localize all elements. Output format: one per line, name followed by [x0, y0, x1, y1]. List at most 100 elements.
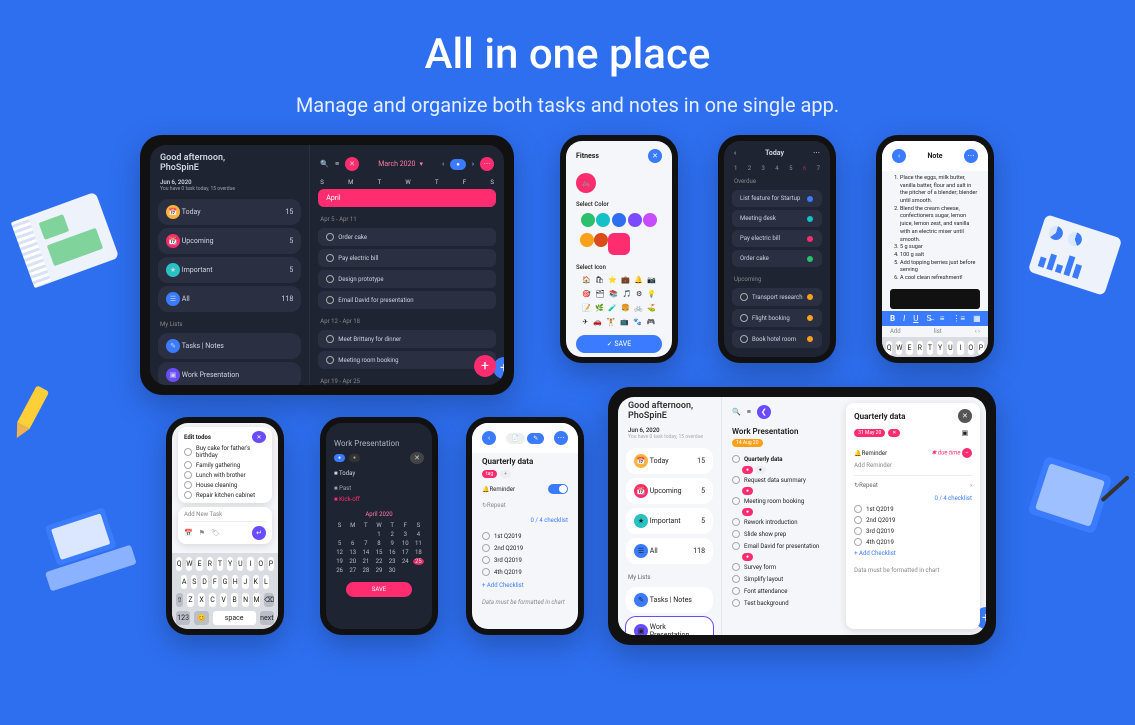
date-pill[interactable]: 31 May 20 — [854, 429, 885, 437]
task-row[interactable]: Meeting desk — [732, 210, 822, 227]
list-item[interactable]: 3rd Q2019 — [472, 554, 578, 566]
task-row[interactable]: Meeting room booking — [728, 495, 840, 507]
bucket-all[interactable]: ☰ All118 — [626, 538, 713, 564]
task-row[interactable]: Pay electric bill — [318, 249, 496, 267]
task-row[interactable]: Request data summary — [728, 474, 840, 486]
list-item[interactable]: 2nd Q2019 — [854, 513, 972, 524]
close-icon[interactable]: ✕ — [410, 452, 424, 464]
underline-icon[interactable]: U — [913, 314, 918, 323]
list-item[interactable]: 1st Q2019 — [854, 502, 972, 513]
list-item[interactable]: 1st Q2019 — [472, 530, 578, 542]
sort-icon[interactable]: ≡ — [335, 160, 339, 168]
list-item[interactable]: Lunch with brother — [184, 469, 266, 479]
list-work-presentation[interactable]: ▣ Work Presentation — [158, 362, 301, 385]
close-icon[interactable]: ✕ — [252, 431, 266, 443]
task-row[interactable]: Font attendance — [728, 585, 840, 597]
task-row[interactable]: Order cake — [318, 228, 496, 246]
key[interactable]: Q — [885, 340, 893, 356]
icon-picker[interactable]: ✈🚗🏋📺🐾🎮 — [566, 315, 672, 329]
menu-icon[interactable]: ⋯ — [813, 149, 820, 157]
bucket-today[interactable]: 📅 Today15 — [626, 448, 713, 474]
task-row[interactable]: Rework introduction — [728, 516, 840, 528]
bucket-important[interactable]: ★ Important5 — [158, 257, 301, 283]
numlist-icon[interactable]: ⋮≡ — [952, 314, 965, 323]
strike-icon[interactable]: S̶ — [926, 314, 931, 323]
task-row[interactable]: Transport research — [732, 288, 822, 306]
month-label[interactable]: March 2020 — [378, 160, 415, 168]
month-highlight[interactable]: April — [318, 189, 496, 207]
add-tab[interactable]: Add — [890, 328, 901, 335]
list-tab[interactable]: list — [934, 328, 942, 335]
list-icon[interactable]: ≡ — [940, 314, 945, 323]
close-icon[interactable]: ✕ — [958, 409, 972, 423]
image-icon[interactable]: ▦ — [973, 314, 981, 323]
task-row[interactable]: Simplify layout — [728, 573, 840, 585]
tag-icon[interactable]: 🏷 — [211, 529, 220, 537]
search-icon[interactable]: 🔍 — [320, 160, 329, 168]
reminder-row[interactable]: 🔔 Reminder — [482, 486, 515, 493]
task-row[interactable]: Pay electric bill — [732, 230, 822, 247]
add-reminder-button[interactable]: Add Reminder — [854, 458, 972, 476]
sort-icon[interactable]: ≡ — [747, 408, 751, 416]
bucket-today[interactable]: 📅 Today15 — [158, 199, 301, 225]
list-tasks-notes[interactable]: ✎ Tasks | Notes — [626, 587, 713, 613]
repeat-row[interactable]: ↻ Repeat› — [854, 476, 972, 495]
icon-picker[interactable]: 🏠🛍⭐💼🔔📷 — [566, 273, 672, 287]
list-item[interactable]: Buy cake for father's birthday — [184, 443, 266, 459]
list-item[interactable]: 2nd Q2019 — [472, 542, 578, 554]
bucket-all[interactable]: ☰ All118 — [158, 286, 301, 312]
bold-icon[interactable]: B — [890, 314, 895, 323]
bucket-important[interactable]: ★ Important5 — [626, 508, 713, 534]
main-add-fab[interactable]: + — [474, 355, 496, 377]
list-tasks-notes[interactable]: ✎ Tasks | Notes — [158, 333, 301, 359]
task-row[interactable]: Email David for presentation — [318, 291, 496, 309]
search-icon[interactable]: 🔍 — [732, 408, 741, 416]
close-icon[interactable]: ✕ — [648, 149, 662, 163]
task-row[interactable]: Quarterly data — [728, 453, 840, 465]
add-checklist-button[interactable]: + Add Checklist — [472, 578, 578, 593]
collapse-icon[interactable]: ❮ — [757, 405, 771, 419]
task-row[interactable]: List feature for Startup — [732, 190, 822, 207]
flag-icon[interactable]: ⚑ — [199, 529, 205, 537]
task-row[interactable]: Book hotel room — [732, 330, 822, 348]
calendar-menu-icon[interactable]: ⋯ — [480, 157, 494, 171]
submit-icon[interactable]: ↵ — [252, 526, 266, 540]
color-picker[interactable] — [566, 210, 672, 230]
task-row[interactable]: Test background — [728, 597, 840, 609]
save-button[interactable]: ✓ SAVE — [576, 335, 662, 353]
list-item[interactable]: 4th Q2019 — [472, 566, 578, 578]
italic-icon[interactable]: I — [903, 314, 905, 323]
task-row[interactable]: Email David for presentation — [728, 540, 840, 552]
add-checklist-button[interactable]: + Add Checklist — [854, 546, 972, 557]
back-icon[interactable]: ‹ — [734, 149, 736, 157]
filter-today[interactable]: ■ Today — [334, 470, 355, 477]
task-row[interactable]: Order cake — [732, 250, 822, 267]
list-item[interactable]: 4th Q2019 — [854, 535, 972, 546]
filter-past[interactable]: ■ Past — [334, 485, 351, 492]
new-task-input[interactable]: Add New Task — [184, 511, 266, 522]
wp-save-button[interactable]: SAVE — [346, 582, 412, 597]
back-icon[interactable]: ‹ — [892, 149, 906, 163]
icon-picker[interactable]: 📝🌿🧪🍔🚲⛳ — [566, 301, 672, 315]
task-row[interactable]: Survey form — [728, 561, 840, 573]
note-icon[interactable]: ▣ — [958, 426, 972, 440]
task-row[interactable]: Flight booking — [732, 309, 822, 327]
list-item[interactable]: 3rd Q2019 — [854, 524, 972, 535]
bucket-upcoming[interactable]: 📆 Upcoming5 — [626, 478, 713, 504]
color-picker[interactable] — [566, 230, 672, 258]
icon-picker[interactable]: 🎯🗂📚🎵⚙💡 — [566, 287, 672, 301]
note-menu-icon[interactable]: ⋯ — [964, 149, 978, 163]
calendar-icon[interactable]: 📅 — [184, 529, 193, 537]
repeat-row[interactable]: ↻ Repeat — [472, 500, 578, 511]
menu-icon[interactable]: ⋯ — [554, 431, 568, 445]
filter-kickoff[interactable]: ■ Kick-off — [334, 496, 360, 503]
close-icon[interactable]: ✕ — [345, 157, 359, 171]
task-row[interactable]: Meet Brittany for dinner — [318, 330, 496, 348]
list-item[interactable]: House cleaning — [184, 479, 266, 489]
list-work-presentation[interactable]: ▣ Work Presentation — [626, 617, 713, 635]
bucket-upcoming[interactable]: 📆 Upcoming5 — [158, 228, 301, 254]
list-item[interactable]: Family gathering — [184, 459, 266, 469]
task-row[interactable]: Slide show prep — [728, 528, 840, 540]
back-icon[interactable]: ‹ — [482, 431, 496, 445]
task-row[interactable]: Design prototype — [318, 270, 496, 288]
